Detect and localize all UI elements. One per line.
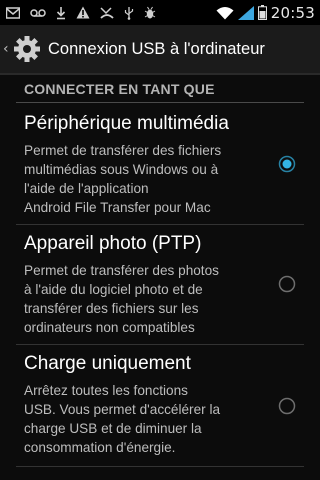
- option-camera-ptp[interactable]: Appareil photo (PTP) Permet de transfére…: [16, 225, 304, 345]
- option-summary: Permet de transférer des photos à l'aide…: [24, 261, 262, 337]
- option-summary-line: Arrêtez toutes les fonctions: [24, 383, 188, 398]
- option-summary-line: charge USB et de diminuer la: [24, 421, 202, 436]
- gear-icon[interactable]: [12, 34, 42, 64]
- category-title: CONNECTER EN TANT QUE: [24, 81, 215, 97]
- option-summary-line: multimédias sous Windows ou à: [24, 162, 219, 177]
- radio-button-selected[interactable]: [278, 155, 296, 173]
- battery-icon: [257, 5, 267, 20]
- status-bar: 20:53: [0, 0, 320, 25]
- option-title: Appareil photo (PTP): [24, 233, 202, 254]
- system-icons: 20:53: [216, 4, 320, 22]
- option-charge-only[interactable]: Charge uniquement Arrêtez toutes les fon…: [16, 345, 304, 467]
- radio-button[interactable]: [278, 275, 296, 293]
- action-bar: ‹ Connexion USB à l'ordinateur: [0, 25, 320, 73]
- option-title: Périphérique multimédia: [24, 113, 229, 134]
- option-summary-line: l'aide de l'application: [24, 181, 149, 196]
- option-summary-line: Permet de transférer des fichiers: [24, 143, 222, 158]
- missed-call-icon: [100, 6, 114, 19]
- page-title: Connexion USB à l'ordinateur: [48, 39, 265, 58]
- signal-icon: [237, 5, 254, 20]
- option-summary-line: USB. Vous permet d'accélérer la: [24, 402, 221, 417]
- option-summary-line: à l'aide du logiciel photo et de: [24, 282, 203, 297]
- voicemail-icon: [30, 8, 46, 17]
- usb-icon: [124, 6, 134, 20]
- clock: 20:53: [270, 3, 315, 22]
- preference-category: CONNECTER EN TANT QUE: [16, 75, 304, 103]
- option-summary-line: Permet de transférer des photos: [24, 263, 219, 278]
- radio-button[interactable]: [278, 397, 296, 415]
- mail-icon: [6, 6, 20, 19]
- download-icon: [56, 6, 66, 19]
- option-summary: Permet de transférer des fichiers multim…: [24, 141, 262, 217]
- option-summary-line: ordinateurs non compatibles: [24, 320, 195, 335]
- option-summary: Arrêtez toutes les fonctions USB. Vous p…: [24, 381, 262, 457]
- option-summary-line: Android File Transfer pour Mac: [24, 200, 211, 215]
- warning-icon: [76, 6, 90, 19]
- option-summary-line: consommation d'énergie.: [24, 440, 176, 455]
- option-divider: [16, 466, 304, 467]
- usb-connection-settings-screen: 20:53 ‹ Connexion USB à l'ordinateur CON…: [0, 0, 320, 480]
- option-summary-line: transférer des fichiers sur les: [24, 301, 199, 316]
- category-divider: [16, 102, 304, 103]
- notification-icons: [0, 6, 156, 20]
- up-navigation-icon[interactable]: ‹: [3, 41, 11, 57]
- option-media-device[interactable]: Périphérique multimédia Permet de transf…: [16, 105, 304, 225]
- option-title: Charge uniquement: [24, 353, 191, 374]
- wifi-icon: [216, 6, 234, 19]
- bug-icon: [144, 6, 156, 18]
